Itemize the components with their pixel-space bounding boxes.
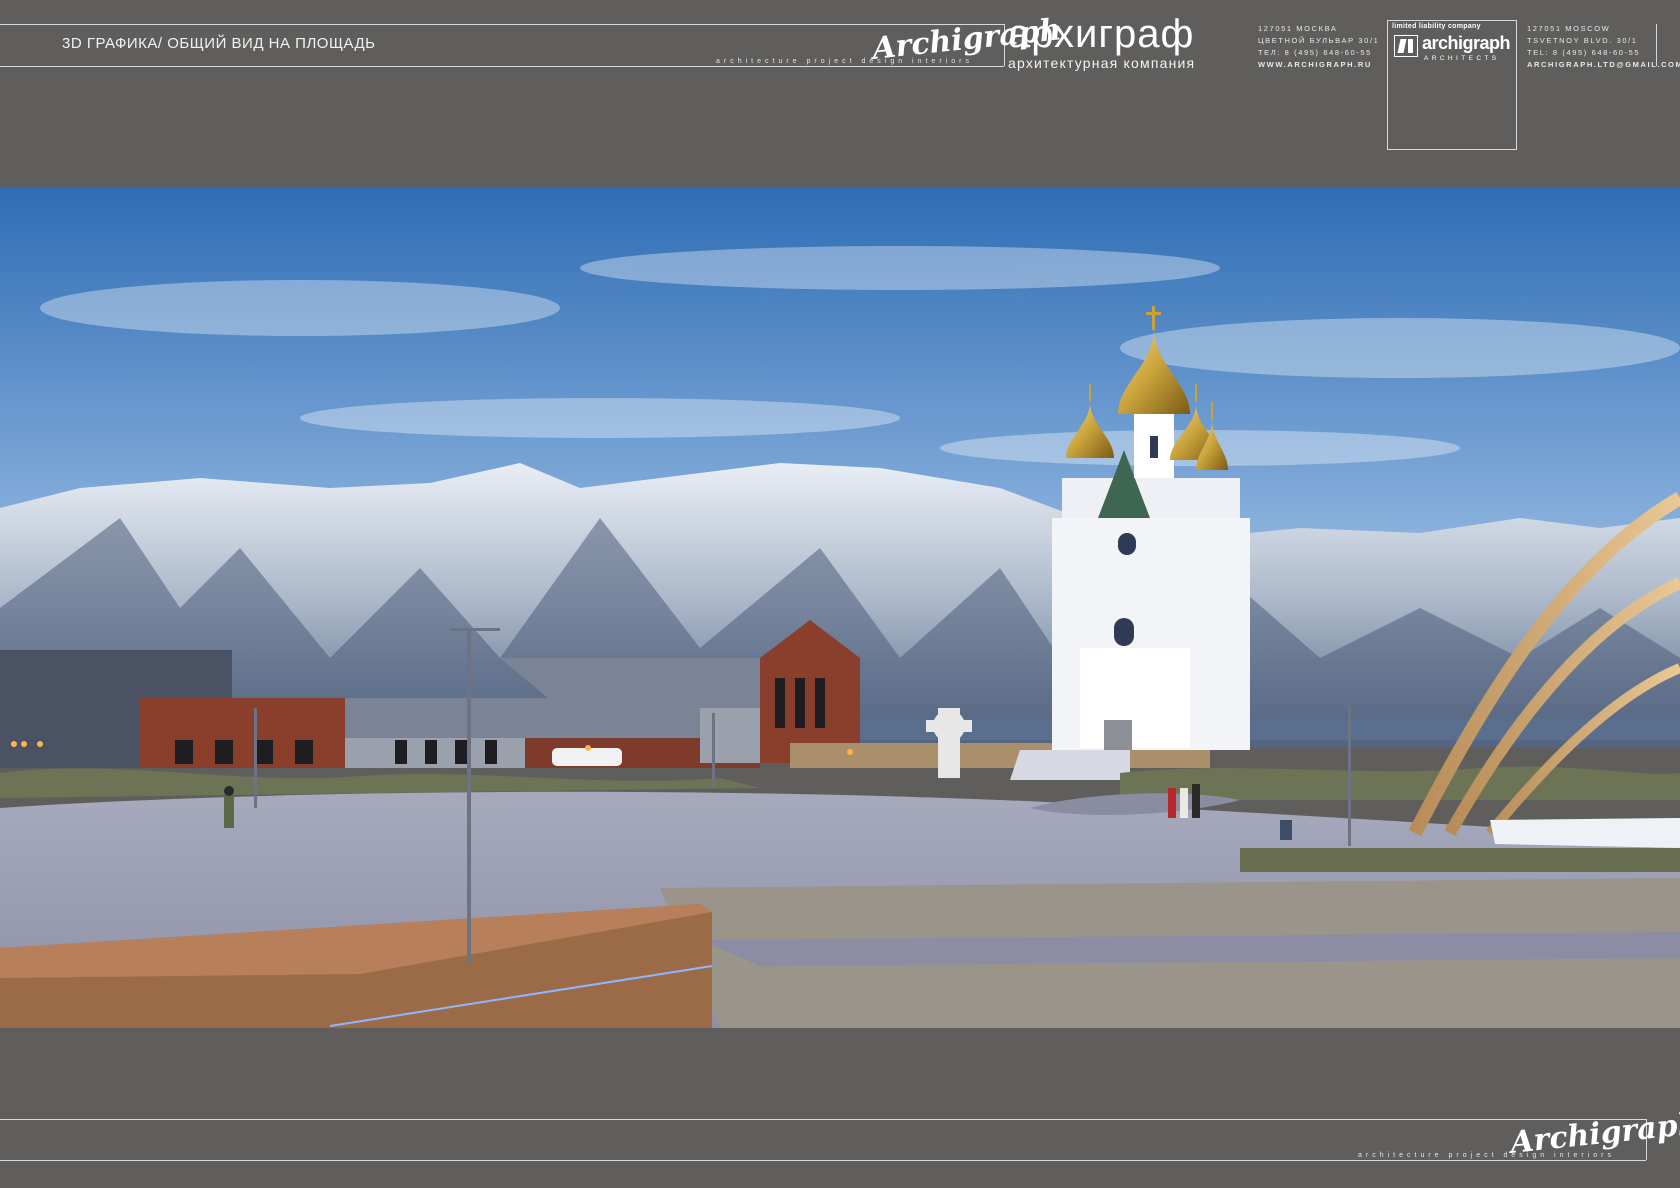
address-ru-line: ЦВЕТНОЙ БУЛЬВАР 30/1 (1258, 36, 1380, 45)
address-ru-line: ТЕЛ: 8 (495) 648-60-55 (1258, 48, 1372, 57)
fountain-basin (1490, 818, 1680, 848)
address-ru: 127051 МОСКВА ЦВЕТНОЙ БУЛЬВАР 30/1 ТЕЛ: … (1258, 23, 1379, 71)
address-en-line: TEL: 8 (495) 648-60-55 (1527, 48, 1641, 57)
archigraph-logo-icon (1394, 35, 1418, 57)
sheet-title: 3D ГРАФИКА/ ОБЩИЙ ВИД НА ПЛОЩАДЬ (62, 35, 376, 52)
archigraph-logo-box: limited liability company archigraph ARC… (1387, 20, 1517, 150)
logo-word: archigraph (1422, 33, 1511, 53)
studio-name: архиграф (1008, 12, 1195, 56)
church-steps (1010, 750, 1130, 780)
email-link[interactable]: ARCHIGRAPH.LTD@GMAIL.COM (1527, 59, 1680, 71)
address-ru-line: 127051 МОСКВА (1258, 24, 1338, 33)
address-en-line: 127051 MOSCOW (1527, 24, 1611, 33)
address-en: 127051 MOSCOW TSVETNOY BLVD. 30/1 TEL: 8… (1527, 23, 1680, 71)
studio-tagline-top: architecture project design interiors (716, 58, 973, 65)
studio-tagline-bottom: architecture project design interiors (1358, 1152, 1615, 1159)
shrubs-right (1120, 766, 1680, 800)
top-frame-line-lower (0, 66, 1004, 67)
bottom-frame-line-upper (0, 1119, 1646, 1120)
logo-caption: limited liability company (1392, 23, 1481, 30)
address-en-line: TSVETNOY BLVD. 30/1 (1527, 36, 1638, 45)
render-image (0, 188, 1680, 1028)
top-frame-line-upper (0, 24, 1004, 25)
logo-subtitle: ARCHITECTS (1424, 55, 1500, 62)
right-shrubs (1240, 848, 1680, 872)
bottom-frame-line-lower (0, 1160, 1646, 1161)
render-illustration (0, 188, 1680, 1028)
website-link[interactable]: WWW.ARCHIGRAPH.RU (1258, 59, 1379, 71)
studio-subtitle: архитектурная компания (1008, 55, 1196, 71)
